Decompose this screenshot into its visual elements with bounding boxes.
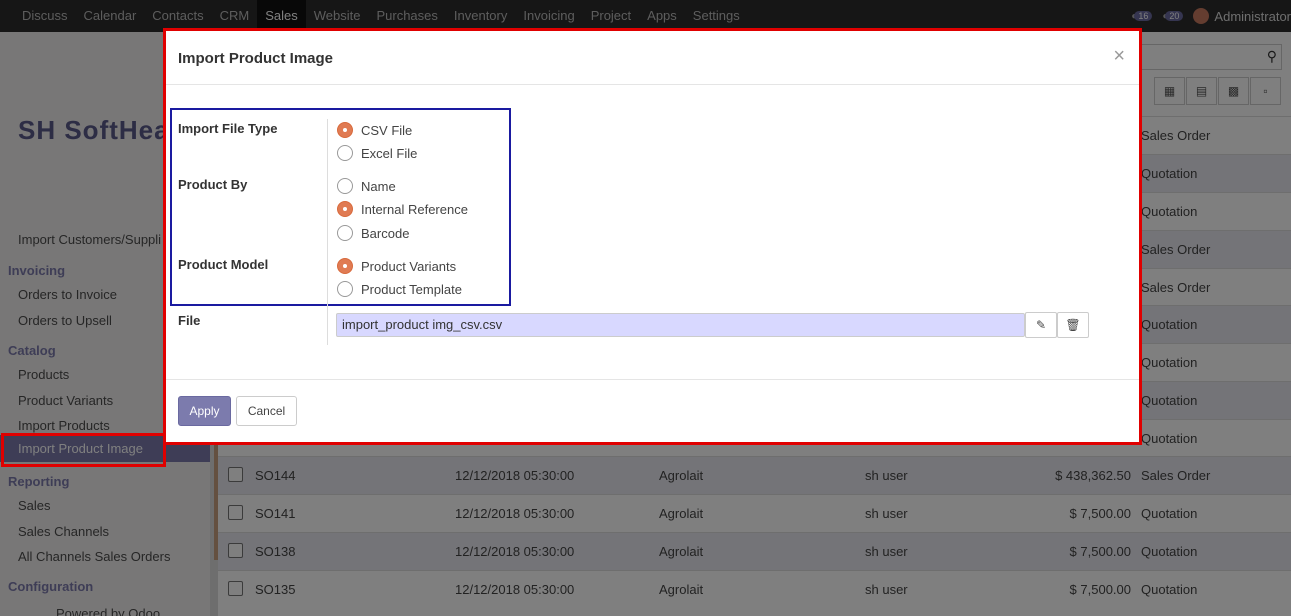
radio-csv-file[interactable]: CSV File	[337, 122, 412, 138]
radio-label: Barcode	[361, 225, 410, 241]
page: Discuss Calendar Contacts CRM Sales Webs…	[0, 0, 1291, 616]
radio-checked-icon	[337, 258, 353, 274]
radio-label: Name	[361, 178, 396, 194]
pencil-icon: ✎	[1035, 318, 1047, 332]
radio-label: Excel File	[361, 145, 418, 161]
radio-checked-icon	[337, 201, 353, 217]
radio-label: Product Variants	[361, 258, 457, 274]
radio-unchecked-icon	[337, 178, 353, 194]
edit-file-button[interactable]: ✎	[1025, 312, 1057, 338]
divider	[327, 119, 328, 345]
radio-product-variants[interactable]: Product Variants	[337, 258, 456, 274]
close-icon[interactable]: ×	[1113, 45, 1125, 68]
file-label: File	[178, 313, 201, 328]
import-file-type-label: Import File Type	[178, 121, 278, 136]
radio-name[interactable]: Name	[337, 178, 396, 194]
divider	[166, 84, 1139, 85]
delete-file-button[interactable]: 🗑	[1057, 312, 1089, 338]
radio-product-template[interactable]: Product Template	[337, 281, 462, 297]
radio-unchecked-icon	[337, 225, 353, 241]
cancel-button[interactable]: Cancel	[236, 396, 297, 426]
radio-checked-icon	[337, 122, 353, 138]
trash-icon: 🗑	[1065, 318, 1081, 332]
import-product-image-dialog: Import Product Image × Import File Type …	[166, 31, 1139, 442]
radio-barcode[interactable]: Barcode	[337, 225, 409, 241]
highlight-sidebar-item	[1, 433, 166, 467]
apply-button[interactable]: Apply	[178, 396, 231, 426]
product-by-label: Product By	[178, 177, 248, 192]
divider	[166, 379, 1139, 380]
radio-label: CSV File	[361, 122, 413, 138]
radio-label: Internal Reference	[361, 201, 468, 217]
radio-internal-reference[interactable]: Internal Reference	[337, 201, 468, 217]
file-field[interactable]: import_product img_csv.csv	[336, 313, 1025, 337]
radio-unchecked-icon	[337, 281, 353, 297]
radio-label: Product Template	[361, 281, 462, 297]
radio-excel-file[interactable]: Excel File	[337, 145, 417, 161]
product-model-label: Product Model	[178, 257, 269, 272]
radio-unchecked-icon	[337, 145, 353, 161]
dialog-title: Import Product Image	[178, 50, 334, 67]
